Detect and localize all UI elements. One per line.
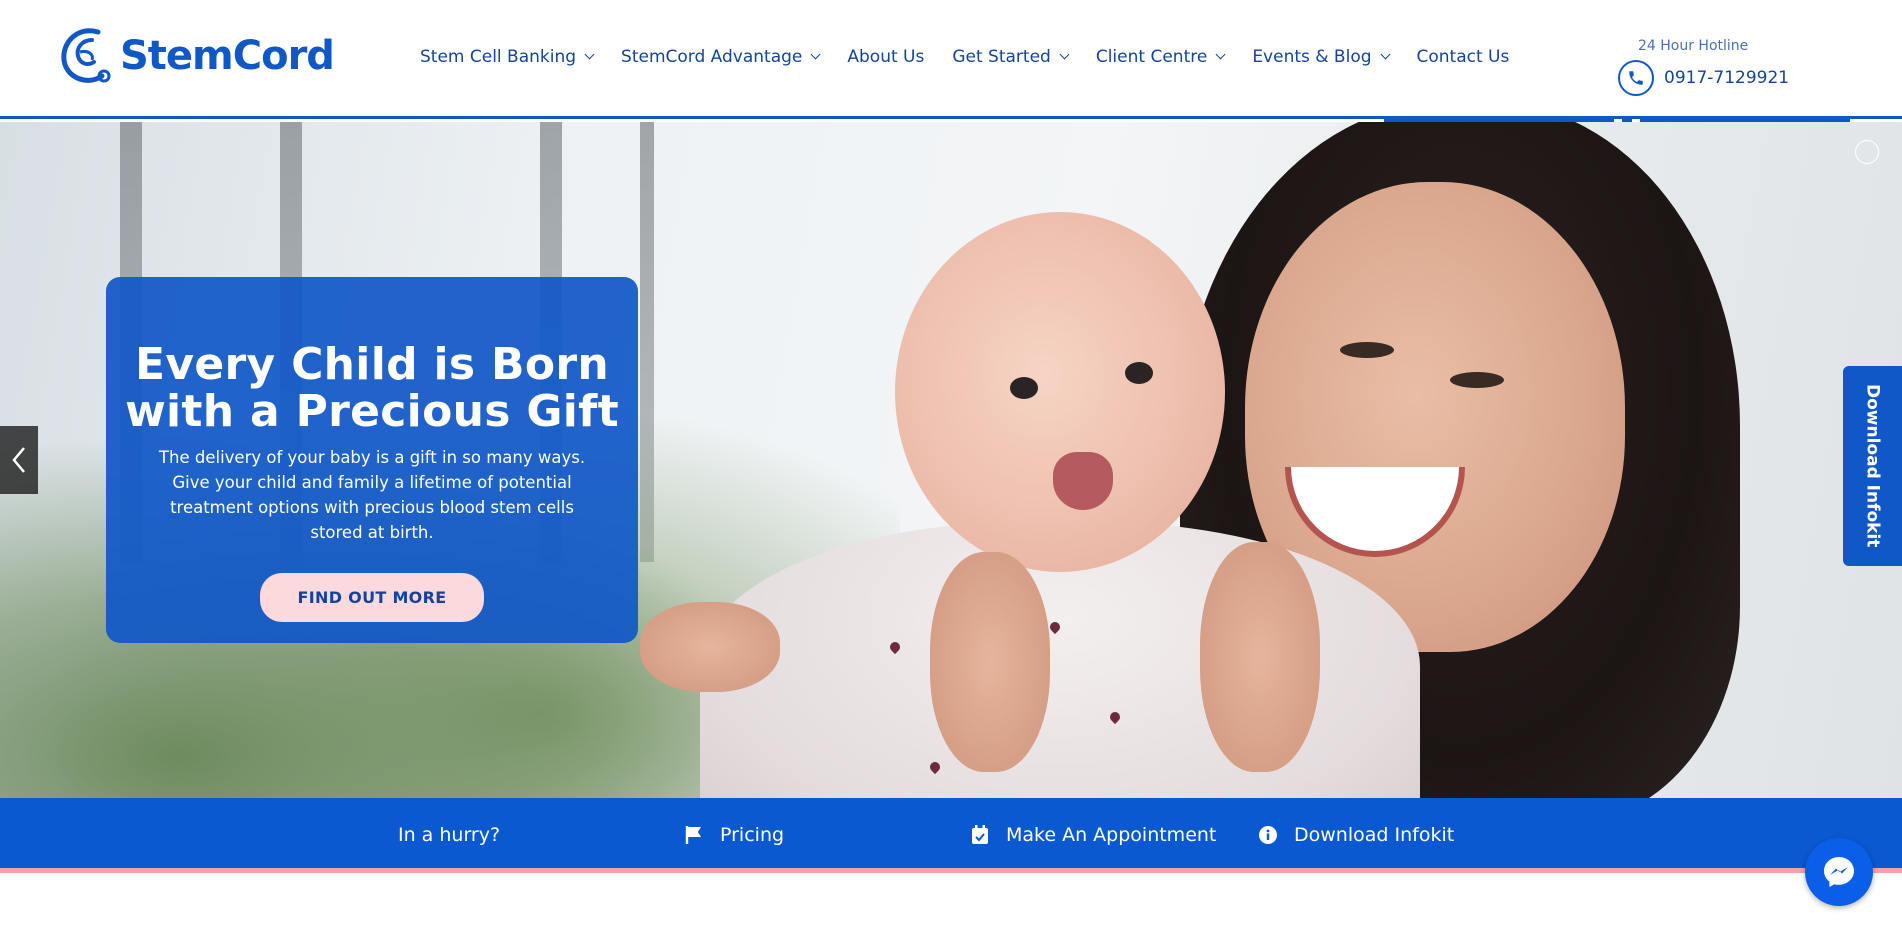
logo-wordmark: StemCord	[120, 33, 335, 79]
chevron-down-icon	[1380, 49, 1390, 60]
slider-pagination-dot[interactable]	[1855, 140, 1879, 164]
hero-photo-baby-mouth	[1053, 452, 1113, 510]
quick-item-label: Make An Appointment	[1006, 824, 1217, 846]
hero-title: Every Child is Born with a Precious Gift	[106, 341, 638, 435]
hero-title-line1: Every Child is Born	[135, 339, 609, 390]
hero-card: Every Child is Born with a Precious Gift…	[106, 277, 638, 643]
flag-icon	[684, 825, 704, 845]
nav-item-stem-cell-banking[interactable]: Stem Cell Banking	[420, 47, 595, 67]
chevron-down-icon	[810, 49, 821, 60]
quick-item-label: Pricing	[720, 824, 785, 846]
messenger-icon	[1824, 857, 1854, 887]
nav-item-label: Events & Blog	[1252, 47, 1372, 67]
nav-item-label: StemCord Advantage	[621, 47, 803, 67]
quick-item-in-a-hurry: In a hurry?	[398, 824, 500, 846]
quick-item-make-appointment[interactable]: Make An Appointment	[970, 824, 1216, 846]
hotline-label: 24 Hour Hotline	[1638, 38, 1749, 54]
nav-item-label: Client Centre	[1095, 47, 1208, 67]
side-tab-label: Download Infokit	[1862, 384, 1883, 548]
nav-item-contact-us[interactable]: Contact Us	[1417, 47, 1510, 67]
main-nav: Stem Cell Banking StemCord Advantage Abo…	[420, 47, 1537, 67]
messenger-chat-button[interactable]	[1805, 838, 1873, 906]
chevron-left-icon	[12, 447, 25, 473]
nav-item-get-started[interactable]: Get Started	[952, 47, 1070, 67]
quick-item-download-infokit[interactable]: Download Infokit	[1258, 824, 1454, 846]
hero-title-line2: with a Precious Gift	[125, 386, 619, 437]
hero-photo-eye	[1340, 342, 1394, 358]
download-infokit-side-tab[interactable]: Download Infokit	[1843, 366, 1902, 566]
hero-photo-baby-hand	[640, 602, 780, 692]
logo[interactable]: StemCord	[58, 24, 335, 88]
slider-prev-button[interactable]	[0, 426, 38, 494]
nav-item-stemcord-advantage[interactable]: StemCord Advantage	[621, 47, 821, 67]
nav-item-label: Get Started	[952, 47, 1051, 67]
quick-item-pricing[interactable]: Pricing	[684, 824, 784, 846]
chevron-down-icon	[1215, 49, 1226, 60]
hotline-number: 0917-7129921	[1664, 68, 1790, 88]
nav-item-label: Stem Cell Banking	[420, 47, 577, 67]
find-out-more-button[interactable]: FIND OUT MORE	[259, 573, 485, 622]
nav-item-label: Contact Us	[1416, 47, 1510, 67]
nav-item-events-blog[interactable]: Events & Blog	[1252, 47, 1390, 67]
hero-photo-hand	[930, 552, 1050, 772]
chevron-down-icon	[584, 49, 595, 60]
hero-photo-eye	[1010, 377, 1038, 399]
stemcord-logo-icon	[61, 28, 111, 83]
hero-slider: Every Child is Born with a Precious Gift…	[0, 122, 1902, 798]
nav-item-label: About Us	[847, 47, 925, 67]
chevron-down-icon	[1059, 49, 1070, 60]
hero-photo-eye	[1125, 362, 1153, 384]
quick-actions-bar: In a hurry? Pricing Make An Appointment …	[0, 798, 1902, 873]
phone-icon	[1618, 60, 1654, 96]
hero-photo-hand	[1200, 542, 1320, 772]
quick-item-label: Download Infokit	[1294, 824, 1455, 846]
site-header: StemCord Stem Cell Banking StemCord Adva…	[0, 0, 1902, 122]
hero-photo-eye	[1450, 372, 1504, 388]
hero-description: The delivery of your baby is a gift in s…	[158, 448, 586, 542]
quick-item-label: In a hurry?	[398, 824, 501, 846]
nav-item-about-us[interactable]: About Us	[847, 47, 924, 67]
hero-photo-baby-head	[895, 212, 1225, 572]
info-icon	[1258, 825, 1278, 845]
nav-item-client-centre[interactable]: Client Centre	[1095, 47, 1226, 67]
calendar-check-icon	[970, 825, 990, 845]
